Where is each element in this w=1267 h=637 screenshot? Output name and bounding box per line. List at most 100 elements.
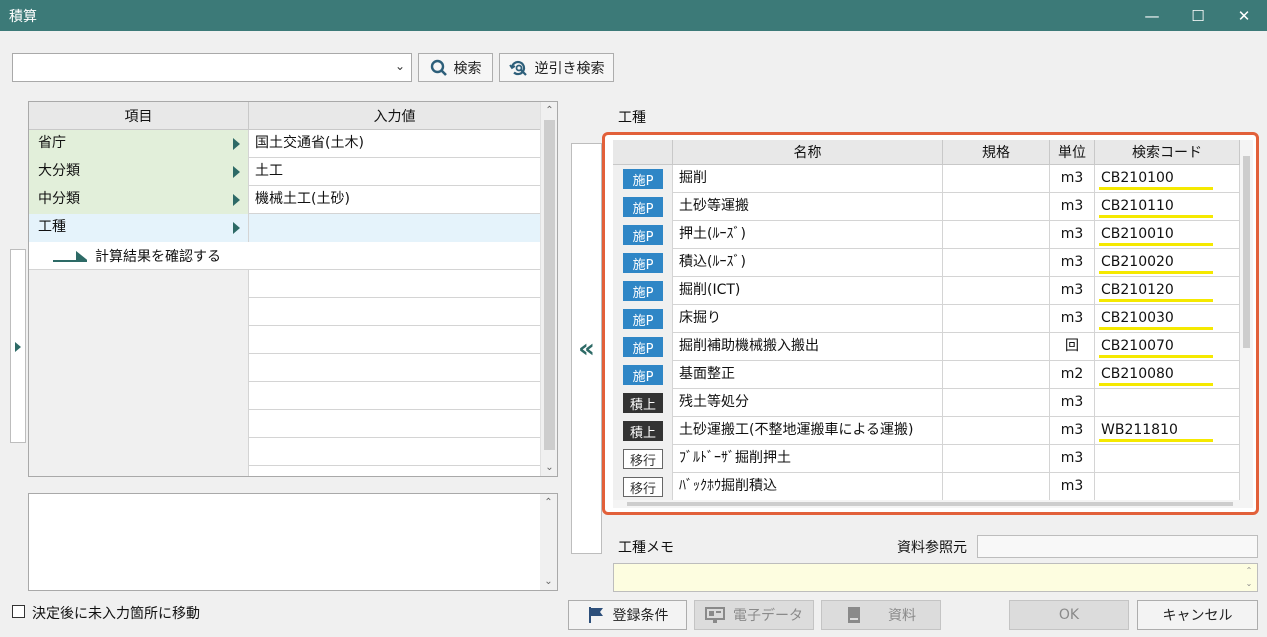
chevron-down-icon[interactable]: ⌄ (395, 59, 405, 73)
work-type-row[interactable]: 施P 土砂等運搬 m3 CB210110 (613, 193, 1240, 221)
scroll-down-icon[interactable]: ⌄ (1246, 579, 1253, 588)
code-cell: CB210110 (1095, 193, 1240, 221)
reference-source-field[interactable] (977, 535, 1258, 558)
collapse-panel-button[interactable]: « (571, 143, 602, 554)
badge-cell: 移行 (613, 445, 673, 473)
column-header-item: 項目 (29, 102, 249, 130)
badge-cell: 施P (613, 305, 673, 333)
condition-row-work-type[interactable]: 工種 (29, 214, 541, 242)
memo-scrollbar[interactable]: ⌃ ⌄ (1241, 564, 1257, 591)
work-type-row[interactable]: 移行 ﾊﾞｯｸﾎｳ掘削積込 m3 (613, 473, 1240, 501)
badge-cell: 積上 (613, 417, 673, 445)
unit-cell: m3 (1050, 277, 1095, 305)
window-title: 積算 (9, 9, 37, 25)
badge-cell: 施P (613, 333, 673, 361)
code-highlight (1099, 215, 1213, 218)
badge-cell: 施P (613, 361, 673, 389)
search-code: CB210030 (1101, 310, 1174, 326)
work-type-vertical-scrollbar[interactable] (1240, 140, 1253, 500)
minimize-icon: — (1144, 6, 1160, 25)
unit-cell: m3 (1050, 221, 1095, 249)
unit-cell: m3 (1050, 165, 1095, 193)
code-highlight (1099, 187, 1213, 190)
code-highlight (1099, 243, 1213, 246)
spec-cell (943, 277, 1050, 305)
work-type-row[interactable]: 施P 積込(ﾙｰｽﾞ) m3 CB210020 (613, 249, 1240, 277)
name-cell: 掘削 (673, 165, 943, 193)
description-scrollbar[interactable]: ⌃ ⌄ (540, 494, 557, 590)
work-type-horizontal-scrollbar[interactable] (613, 500, 1253, 508)
code-cell: CB210100 (1095, 165, 1240, 193)
register-conditions-label: 登録条件 (612, 608, 669, 624)
scroll-up-icon[interactable]: ⌃ (541, 102, 557, 119)
work-type-row[interactable]: 積上 土砂運搬工(不整地運搬車による運搬) m3 WB211810 (613, 417, 1240, 445)
reverse-search-button[interactable]: 逆引き検索 (499, 53, 614, 82)
work-type-row[interactable]: 施P 床掘り m3 CB210030 (613, 305, 1240, 333)
confirm-result-link[interactable]: 計算結果を確認する (95, 246, 221, 266)
work-type-row[interactable]: 積上 残土等処分 m3 (613, 389, 1240, 417)
maximize-icon: ☐ (1191, 6, 1205, 25)
scroll-down-icon[interactable]: ⌄ (540, 573, 557, 590)
unit-cell: m3 (1050, 389, 1095, 417)
description-textarea[interactable]: ⌃ ⌄ (28, 493, 558, 591)
register-conditions-button[interactable]: 登録条件 (568, 600, 687, 630)
empty-row (29, 382, 541, 410)
column-header-spec: 規格 (943, 140, 1050, 165)
condition-label: 中分類 (38, 191, 80, 207)
condition-row-ministry[interactable]: 省庁 国土交通省(土木) (29, 130, 541, 158)
work-type-row[interactable]: 施P 掘削 m3 CB210100 (613, 165, 1240, 193)
scrollbar-thumb[interactable] (544, 120, 555, 450)
spec-cell (943, 389, 1050, 417)
work-type-row[interactable]: 施P 基面整正 m2 CB210080 (613, 361, 1240, 389)
condition-row-major-category[interactable]: 大分類 土工 (29, 158, 541, 186)
code-cell (1095, 445, 1240, 473)
work-type-row[interactable]: 施P 掘削(ICT) m3 CB210120 (613, 277, 1240, 305)
close-button[interactable]: ✕ (1221, 0, 1267, 31)
type-badge: 積上 (623, 421, 663, 441)
cancel-button[interactable]: キャンセル (1137, 600, 1258, 630)
expand-left-panel-button[interactable] (10, 249, 26, 443)
empty-row (29, 466, 541, 476)
reverse-search-label: 逆引き検索 (534, 60, 605, 77)
search-button[interactable]: 検索 (418, 53, 493, 82)
spec-cell (943, 305, 1050, 333)
spec-cell (943, 193, 1050, 221)
cancel-label: キャンセル (1162, 608, 1233, 624)
search-button-label: 検索 (453, 60, 482, 77)
work-type-row[interactable]: 施P 押土(ﾙｰｽﾞ) m3 CB210010 (613, 221, 1240, 249)
scrollbar-thumb[interactable] (627, 502, 1233, 506)
move-to-unfilled-checkbox[interactable] (12, 605, 25, 618)
code-highlight (1099, 271, 1213, 274)
work-type-memo-label: 工種メモ (618, 540, 674, 556)
scroll-up-icon[interactable]: ⌃ (540, 494, 557, 511)
minimize-button[interactable]: — (1129, 0, 1175, 31)
search-combobox[interactable]: ⌄ (12, 53, 412, 82)
scrollbar-thumb[interactable] (1243, 156, 1250, 348)
monitor-icon (705, 607, 725, 623)
flag-icon (588, 607, 603, 623)
condition-value (249, 214, 541, 242)
condition-row-middle-category[interactable]: 中分類 機械土工(土砂) (29, 186, 541, 214)
code-highlight (1099, 439, 1213, 442)
work-type-row[interactable]: 移行 ﾌﾞﾙﾄﾞｰｻﾞ掘削押土 m3 (613, 445, 1240, 473)
badge-cell: 施P (613, 221, 673, 249)
type-badge: 施P (623, 281, 663, 301)
confirm-result-row[interactable]: 計算結果を確認する (29, 242, 541, 270)
spec-cell (943, 445, 1050, 473)
work-type-row[interactable]: 施P 掘削補助機械搬入搬出 回 CB210070 (613, 333, 1240, 361)
double-chevron-left-icon: « (578, 333, 595, 364)
badge-cell: 施P (613, 193, 673, 221)
badge-cell: 施P (613, 165, 673, 193)
scroll-down-icon[interactable]: ⌄ (541, 459, 557, 476)
code-highlight (1099, 355, 1213, 358)
scroll-up-icon[interactable]: ⌃ (1246, 566, 1253, 575)
left-grid-scrollbar[interactable]: ⌃ ⌄ (540, 102, 557, 476)
code-cell: CB210070 (1095, 333, 1240, 361)
reverse-search-icon (508, 60, 527, 76)
empty-row (29, 438, 541, 466)
column-header-code: 検索コード (1095, 140, 1240, 165)
code-cell: CB210120 (1095, 277, 1240, 305)
condition-value: 土工 (255, 163, 283, 179)
work-type-memo-field[interactable]: ⌃ ⌄ (613, 563, 1258, 592)
maximize-button[interactable]: ☐ (1175, 0, 1221, 31)
